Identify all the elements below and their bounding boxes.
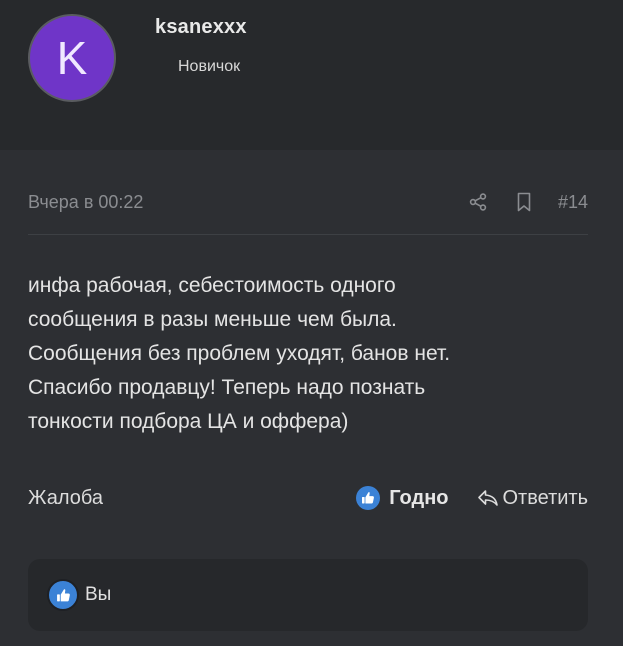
post-number[interactable]: #14 bbox=[558, 192, 588, 213]
post-meta: Вчера в 00:22 #14 bbox=[28, 190, 588, 214]
thumbs-up-icon bbox=[356, 486, 381, 510]
bookmark-icon[interactable] bbox=[512, 190, 536, 214]
username-link[interactable]: ksanexxx bbox=[155, 16, 247, 39]
reactions-text: Вы bbox=[85, 584, 112, 605]
reply-label: Ответить bbox=[502, 486, 589, 509]
reply-button[interactable]: Ответить bbox=[477, 486, 589, 510]
report-button[interactable]: Жалоба bbox=[28, 487, 103, 510]
reactions-bar[interactable]: Вы bbox=[28, 559, 588, 631]
post-date[interactable]: Вчера в 00:22 bbox=[28, 192, 143, 213]
avatar[interactable]: K bbox=[28, 14, 116, 102]
post-container: Вчера в 00:22 #14 инфа рабочая, себестои… bbox=[0, 150, 623, 646]
author-header: K ksanexxx Новичок bbox=[0, 0, 623, 150]
post-actions: Жалоба Годно Ответить bbox=[28, 480, 588, 516]
user-role: Новичок bbox=[178, 58, 241, 75]
like-button[interactable]: Годно bbox=[356, 486, 449, 510]
share-icon[interactable] bbox=[466, 190, 490, 214]
reply-icon bbox=[477, 490, 498, 506]
thumbs-up-icon bbox=[47, 579, 79, 611]
like-label: Годно bbox=[389, 486, 449, 509]
post-content: инфа рабочая, себестоимость одного сообщ… bbox=[28, 274, 451, 433]
meta-divider bbox=[28, 234, 588, 235]
avatar-letter: K bbox=[56, 32, 88, 84]
post-meta-icons: #14 bbox=[466, 190, 588, 214]
